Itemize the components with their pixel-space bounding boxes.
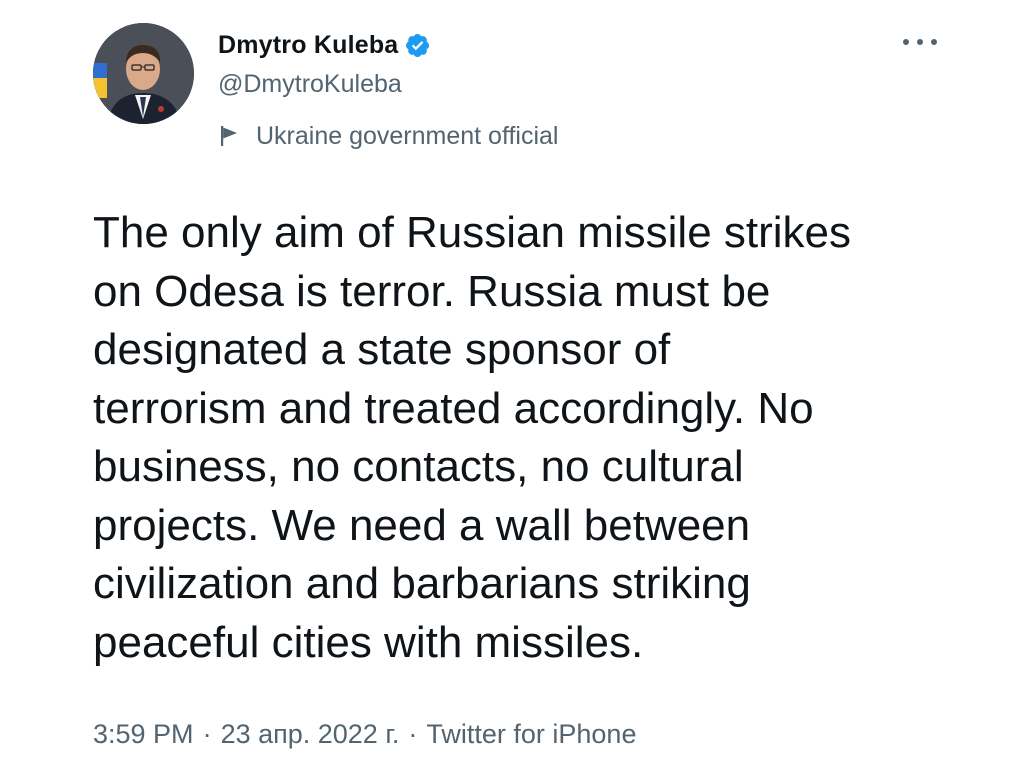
dot-icon [931, 39, 937, 45]
verified-badge-icon [406, 33, 430, 57]
government-label-text: Ukraine government official [256, 121, 559, 150]
author-name-row[interactable]: Dmytro Kuleba [218, 26, 431, 64]
meta-separator: · [202, 718, 212, 749]
dot-icon [903, 39, 909, 45]
author-handle[interactable]: @DmytroKuleba [218, 70, 402, 99]
tweet-time[interactable]: 3:59 PM [93, 719, 194, 750]
avatar-photo [93, 23, 194, 124]
dot-icon [917, 39, 923, 45]
author-name[interactable]: Dmytro Kuleba [218, 31, 398, 60]
tweet-source[interactable]: Twitter for iPhone [426, 719, 636, 750]
tweet-text: The only aim of Russian missile strikes … [93, 208, 852, 667]
tweet-meta: 3:59 PM · 23 апр. 2022 г. · Twitter for … [93, 714, 636, 754]
more-options-button[interactable] [900, 30, 940, 54]
government-label[interactable]: Ukraine government official [218, 119, 558, 153]
flag-icon [221, 126, 237, 146]
meta-separator: · [408, 718, 418, 749]
avatar[interactable] [93, 23, 194, 124]
tweet-date[interactable]: 23 апр. 2022 г. [221, 719, 400, 750]
